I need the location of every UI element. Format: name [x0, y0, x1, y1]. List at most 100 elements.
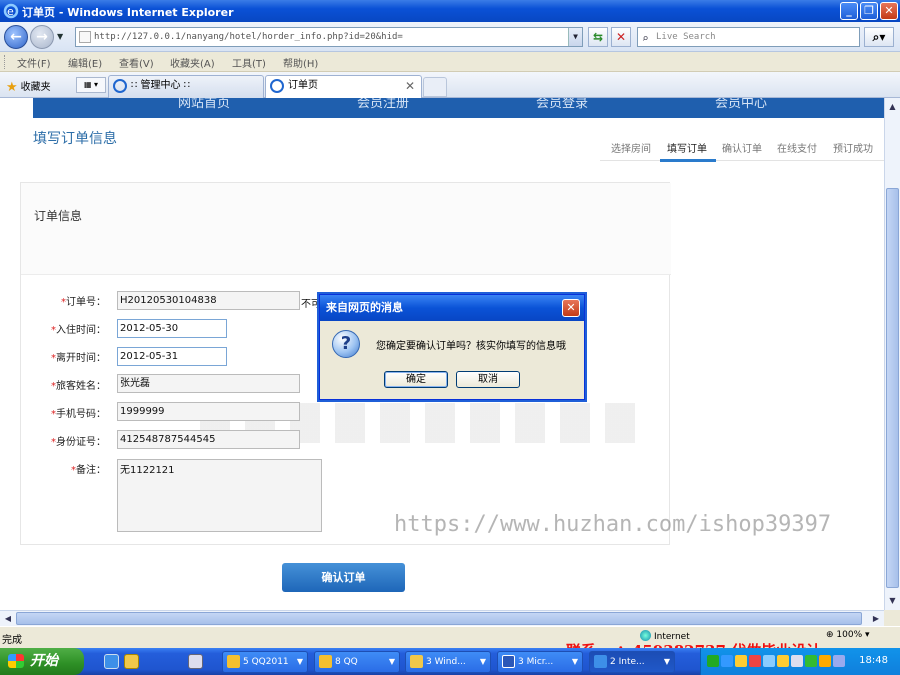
tab-close-icon[interactable]: ✕ — [405, 76, 415, 96]
watermark-text: https://www.huzhan.com/ishop39397 — [394, 512, 832, 537]
tray-play-icon[interactable] — [721, 655, 733, 667]
nav-login[interactable]: 会员登录 — [536, 98, 588, 111]
tray-update-icon[interactable] — [819, 655, 831, 667]
dialog-title: 来自网页的消息 — [320, 295, 584, 321]
tray-qq2-icon[interactable] — [777, 655, 789, 667]
step-pay: 在线支付 — [777, 144, 817, 155]
ie-tab-icon — [113, 79, 127, 93]
maximize-button[interactable]: ❐ — [860, 2, 878, 20]
tab-admin[interactable]: ∷ 管理中心 ∷ — [108, 75, 264, 98]
remark-textarea[interactable]: 无1122121 — [117, 459, 322, 532]
dialog-ok-button[interactable]: 确定 — [384, 371, 448, 388]
menu-view[interactable]: 查看(V) — [119, 55, 154, 70]
window-title: 订单页 - Windows Internet Explorer — [22, 6, 234, 19]
order-no-field[interactable]: H20120530104838 — [117, 291, 300, 310]
checkout-field[interactable]: 2012-05-31 — [117, 347, 227, 366]
search-input[interactable]: ⌕ Live Search — [637, 27, 860, 47]
nav-home[interactable]: 网站首页 — [178, 98, 230, 111]
horizontal-scroll-thumb[interactable] — [16, 612, 862, 625]
forward-button[interactable]: → — [30, 25, 54, 49]
folder-icon — [410, 655, 423, 668]
favorites-button[interactable]: ★ 收藏夹 — [6, 78, 51, 95]
scroll-up-icon[interactable]: ▲ — [886, 100, 899, 114]
tray-security-icon[interactable] — [749, 655, 761, 667]
steps-divider — [600, 160, 884, 161]
tray-media-icon[interactable] — [707, 655, 719, 667]
dialog-message: 您确定要确认订单吗？核实你填写的信息哦 — [376, 341, 566, 352]
order-panel-header: 订单信息 — [21, 183, 671, 275]
taskbar-item-word[interactable]: 3 Micr... ▼ — [497, 651, 583, 673]
page-title: 填写订单信息 — [33, 131, 117, 147]
menubar-grip — [4, 55, 7, 69]
vertical-scroll-thumb[interactable] — [886, 188, 899, 588]
minimize-button[interactable]: _ — [840, 2, 858, 20]
current-step-indicator — [660, 159, 716, 162]
checkin-field[interactable]: 2012-05-30 — [117, 319, 227, 338]
tab-order[interactable]: 订单页 ✕ — [265, 75, 422, 99]
step-fill-order: 填写订单 — [667, 144, 707, 155]
ie-icon: e — [3, 3, 19, 19]
question-icon: ? — [332, 330, 360, 358]
taskbar-item-windows[interactable]: 3 Wind... ▼ — [405, 651, 491, 673]
close-button[interactable]: ✕ — [880, 2, 898, 20]
address-dropdown-icon[interactable]: ▼ — [568, 28, 582, 46]
taskbar-item-ie[interactable]: 2 Inte... ▼ — [589, 651, 675, 673]
tray-sync-icon[interactable] — [833, 655, 845, 667]
system-tray: 18:48 — [700, 648, 900, 675]
confirm-order-button[interactable]: 确认订单 — [282, 563, 405, 592]
confirm-dialog: 来自网页的消息 ✕ ? 您确定要确认订单吗？核实你填写的信息哦 确定 取消 — [319, 294, 585, 400]
guest-field[interactable]: 张光磊 — [117, 374, 300, 393]
taskbar-item-qq[interactable]: 8 QQ ▼ — [314, 651, 400, 673]
menu-file[interactable]: 文件(F) — [17, 55, 51, 70]
scroll-right-icon[interactable]: ▶ — [869, 612, 883, 625]
stop-button[interactable]: ✕ — [611, 27, 631, 47]
back-button[interactable]: ← — [4, 25, 28, 49]
zoom-level[interactable]: ⊕ 100% ▾ — [826, 630, 870, 640]
phone-field[interactable]: 1999999 — [117, 402, 300, 421]
refresh-button[interactable]: ⇆ — [588, 27, 608, 47]
scroll-left-icon[interactable]: ◀ — [1, 612, 15, 625]
tab-order-label: 订单页 — [288, 80, 318, 91]
menu-tools[interactable]: 工具(T) — [232, 55, 266, 70]
idcard-field[interactable]: 412548787544545 — [117, 430, 300, 449]
tab-bar: ★ 收藏夹 ▦ ▾ ∷ 管理中心 ∷ 订单页 ✕ — [0, 72, 900, 99]
vertical-scrollbar[interactable]: ▲ ▼ — [884, 98, 900, 610]
idcard-label: *身份证号： — [51, 437, 106, 448]
order-no-hint: 不可 — [301, 299, 321, 310]
nav-register[interactable]: 会员注册 — [357, 98, 409, 111]
menu-edit[interactable]: 编辑(E) — [68, 55, 102, 70]
phone-label: *手机号码： — [51, 409, 106, 420]
taskbar-item-qq2011[interactable]: 5 QQ2011 ▼ — [222, 651, 308, 673]
address-input[interactable]: http://127.0.0.1/nanyang/hotel/horder_in… — [75, 27, 583, 47]
quick-tabs-button[interactable]: ▦ ▾ — [76, 77, 106, 93]
search-button[interactable]: ⌕▾ — [864, 27, 894, 47]
menu-help[interactable]: 帮助(H) — [283, 55, 318, 70]
horizontal-scrollbar[interactable]: ◀ ▶ — [0, 610, 884, 626]
tray-network-icon[interactable] — [763, 655, 775, 667]
site-nav: 网站首页 会员注册 会员登录 会员中心 — [33, 98, 884, 118]
section-title: 订单信息 — [34, 209, 83, 223]
history-dropdown-icon[interactable]: ▼ — [57, 32, 63, 41]
dialog-close-button[interactable]: ✕ — [562, 299, 580, 317]
tab-admin-label: ∷ 管理中心 ∷ — [131, 80, 191, 91]
windows-flag-icon — [8, 654, 24, 668]
status-bar: 完成 Internet 联系qq：459382737 代做毕业设计 ⊕ 100%… — [0, 626, 900, 660]
nav-member[interactable]: 会员中心 — [715, 98, 767, 111]
status-text: 完成 — [2, 635, 22, 646]
start-button[interactable]: 开始 — [0, 648, 84, 675]
ie-quicklaunch-icon[interactable] — [104, 654, 119, 669]
step-confirm-order: 确认订单 — [722, 144, 762, 155]
tray-qq-icon[interactable] — [735, 655, 747, 667]
address-text: http://127.0.0.1/nanyang/hotel/horder_in… — [94, 32, 403, 42]
new-tab-button[interactable] — [423, 77, 447, 97]
scroll-down-icon[interactable]: ▼ — [886, 594, 899, 608]
menu-favorites[interactable]: 收藏夹(A) — [170, 55, 215, 70]
tray-shield-icon[interactable] — [805, 655, 817, 667]
address-toolbar: ← → ▼ http://127.0.0.1/nanyang/hotel/hor… — [0, 22, 900, 52]
start-label: 开始 — [30, 653, 58, 669]
desktop-quicklaunch-icon[interactable] — [188, 654, 203, 669]
folder-quicklaunch-icon[interactable] — [124, 654, 139, 669]
step-success: 预订成功 — [833, 144, 873, 155]
dialog-cancel-button[interactable]: 取消 — [456, 371, 520, 388]
tray-volume-icon[interactable] — [791, 655, 803, 667]
